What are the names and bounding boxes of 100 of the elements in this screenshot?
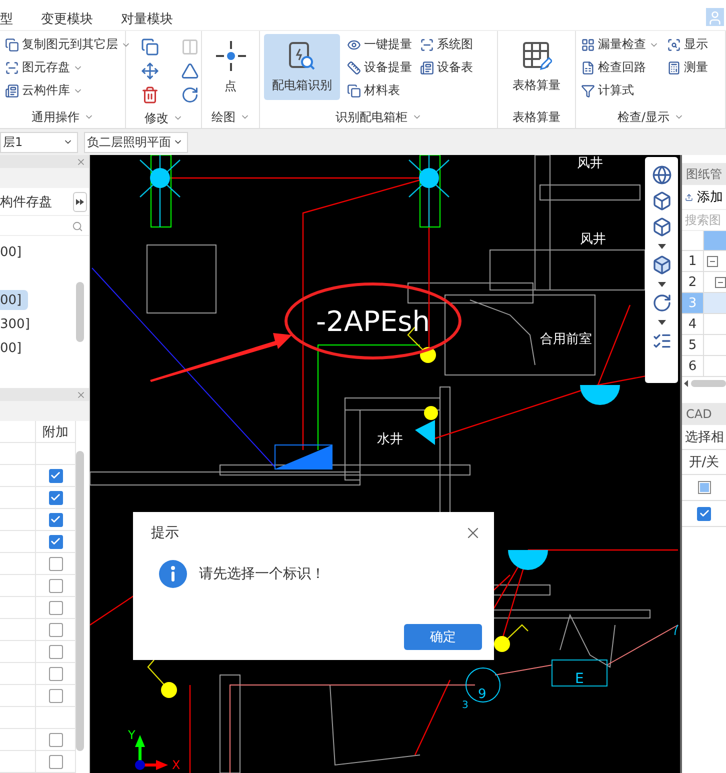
switch-symbol — [424, 406, 438, 420]
drawing-label: 合用前室 — [540, 332, 592, 347]
tool-icon — [141, 62, 159, 80]
tool-icon — [667, 60, 681, 74]
drawing-label: X — [172, 758, 180, 772]
menu-item[interactable]: 变更模块 — [41, 10, 93, 28]
save-label[interactable]: 构件存盘 — [0, 192, 52, 210]
ribbon-button[interactable]: 漏量检查 — [580, 34, 660, 55]
list-item[interactable]: 00] — [0, 290, 28, 310]
check-icon — [50, 536, 61, 547]
column-header: 开/关 — [682, 449, 726, 475]
tool-icon — [581, 38, 595, 52]
checkbox[interactable] — [48, 556, 62, 570]
caret-icon[interactable] — [658, 279, 666, 289]
drawing-label: Y — [128, 728, 136, 742]
checkbox[interactable] — [48, 688, 62, 702]
row-number[interactable]: 5 — [682, 335, 704, 356]
scrollbar-thumb[interactable] — [691, 380, 726, 386]
drawing-label: E — [575, 671, 584, 687]
tool-icon — [181, 86, 199, 104]
rotate-icon — [652, 293, 672, 313]
drawing-label: 风井 — [577, 156, 603, 171]
ribbon-button[interactable]: 测量 — [666, 57, 709, 78]
list-item[interactable]: 00] — [0, 242, 28, 262]
ribbon-button[interactable]: 系统图 — [419, 34, 474, 55]
ribbon-button[interactable]: 一键提量 — [346, 34, 413, 55]
checkbox[interactable] — [48, 490, 62, 504]
ribbon-button[interactable]: 计算式 — [580, 80, 660, 101]
search-field[interactable]: 搜索图 — [682, 209, 726, 231]
checkbox[interactable] — [697, 506, 711, 520]
select-label: 选择相 — [684, 429, 725, 447]
caret-icon[interactable] — [658, 241, 666, 251]
checkbox[interactable] — [48, 644, 62, 658]
ribbon-button[interactable]: 材料表 — [346, 80, 413, 101]
tool-icon — [347, 84, 361, 98]
ribbon-button[interactable]: 设备表 — [419, 57, 474, 78]
scrollbar-thumb[interactable] — [76, 282, 84, 342]
scroll-left-icon — [684, 380, 688, 386]
cube-icon — [652, 191, 672, 211]
tool-icon — [181, 38, 199, 56]
panel-search-icon — [288, 40, 316, 70]
drawing-label: 风井 — [580, 232, 606, 247]
tool-icon — [5, 38, 19, 52]
double-arrow-icon — [76, 198, 84, 204]
collapse-icon[interactable] — [707, 256, 718, 266]
menu-item[interactable]: 型 — [0, 10, 13, 28]
row-number[interactable]: 2 — [682, 272, 704, 293]
row-number[interactable]: 1 — [682, 251, 704, 272]
tool-icon — [181, 62, 199, 80]
search-icon — [72, 221, 83, 232]
lamp-symbol — [150, 168, 170, 188]
checkbox[interactable] — [48, 512, 62, 526]
scrollbar-thumb[interactable] — [76, 451, 84, 751]
checkbox[interactable] — [48, 468, 62, 482]
drawing-dropdown[interactable]: 负二层照明平面 — [84, 132, 188, 152]
collapse-icon[interactable] — [715, 276, 726, 288]
group-label: 修改 — [144, 110, 168, 126]
checkbox[interactable] — [48, 732, 62, 746]
list-item[interactable]: 300] — [0, 314, 28, 334]
ribbon-button[interactable]: 配电箱识别 — [264, 34, 340, 100]
checkbox[interactable] — [48, 534, 62, 548]
ok-button[interactable]: 确定 — [404, 624, 482, 650]
ribbon-button[interactable]: 云构件库 — [4, 80, 132, 101]
checkbox[interactable] — [698, 481, 710, 494]
info-icon — [159, 560, 187, 588]
cad-canvas[interactable]: -2APEsh 风井 风井 合用前室 水井 9 3 E X Y 提示 请先选择一个标识！ 确定 — [90, 155, 680, 773]
cube-icon — [652, 255, 672, 275]
ribbon-button[interactable]: 图元存盘 — [4, 57, 132, 78]
floor-dropdown[interactable]: 层1 — [0, 132, 78, 152]
checkbox[interactable] — [48, 600, 62, 614]
close-icon[interactable] — [76, 390, 86, 400]
dialog-message: 请先选择一个标识！ — [199, 565, 325, 583]
close-icon[interactable] — [76, 156, 86, 166]
checkbox[interactable] — [48, 578, 62, 592]
tool-icon — [581, 84, 595, 98]
ribbon-button[interactable]: 设备提量 — [346, 57, 413, 78]
ribbon-button[interactable]: 表格算量 — [502, 34, 571, 100]
distribution-box-symbol — [274, 444, 332, 470]
group-label: 绘图 — [212, 108, 236, 126]
caret-icon[interactable] — [658, 317, 666, 327]
row-number[interactable]: 4 — [682, 314, 704, 335]
add-button[interactable]: 添加 — [682, 185, 726, 209]
check-icon — [50, 470, 61, 481]
tool-icon — [347, 60, 361, 74]
ribbon-button[interactable]: 检查回路 — [580, 57, 660, 78]
checkbox[interactable] — [48, 666, 62, 680]
menu-item[interactable]: 对量模块 — [121, 10, 173, 28]
ribbon-button[interactable]: 点 — [206, 34, 255, 100]
ribbon-button[interactable]: 显示 — [666, 34, 709, 55]
drawing-label: 3 — [462, 700, 468, 711]
triangle-symbol — [415, 420, 435, 445]
list-item[interactable]: 00] — [0, 338, 28, 358]
drawing-label: 9 — [478, 687, 486, 702]
row-number[interactable]: 6 — [682, 356, 704, 377]
checkbox[interactable] — [48, 622, 62, 636]
ribbon-button[interactable]: 复制图元到其它层 — [4, 34, 132, 55]
switch-symbol — [147, 660, 177, 698]
expand-button[interactable] — [73, 192, 87, 212]
tool-icon — [420, 60, 434, 74]
checkbox[interactable] — [48, 754, 62, 768]
